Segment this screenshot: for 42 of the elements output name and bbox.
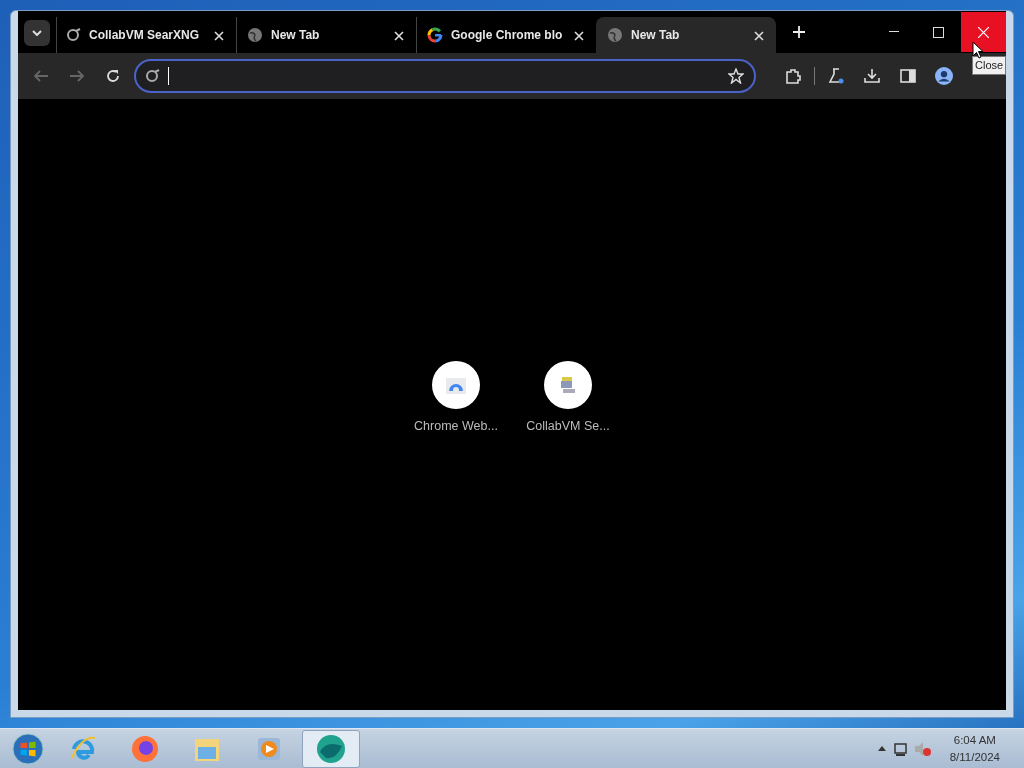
- taskbar-app[interactable]: [302, 729, 360, 768]
- shortcut-tile[interactable]: Chrome Web...: [408, 361, 504, 436]
- tab-search-button[interactable]: [24, 20, 50, 46]
- flask-icon: [828, 68, 844, 84]
- minimize-icon: [888, 31, 899, 33]
- shortcut-label: Chrome Web...: [414, 418, 498, 435]
- close-icon: [214, 30, 224, 41]
- store-icon: [445, 375, 467, 395]
- google-icon: [427, 27, 443, 43]
- puzzle-icon: [785, 68, 801, 84]
- tooltip: Close: [972, 56, 1007, 75]
- back-icon: [33, 68, 49, 84]
- tab-title: New Tab: [271, 27, 321, 44]
- computer-icon: [558, 375, 578, 395]
- network-icon[interactable]: [891, 740, 908, 757]
- clock-time: 6:04 AM: [953, 733, 996, 749]
- close-icon: [394, 30, 404, 41]
- globe-icon: [607, 27, 623, 43]
- close-icon: [978, 26, 989, 38]
- profile-icon: [935, 66, 953, 86]
- globe-icon: [247, 27, 263, 43]
- reload-icon: [105, 68, 121, 84]
- tab-title: New Tab: [631, 27, 681, 44]
- muted-speaker-icon[interactable]: [913, 740, 932, 757]
- close-icon: [574, 30, 584, 41]
- tab-title: CollabVM SearXNG: [89, 27, 201, 44]
- side-panel-icon: [900, 68, 916, 84]
- close-window-button[interactable]: [961, 12, 1006, 52]
- maximize-icon: [933, 26, 944, 38]
- shortcut-tile[interactable]: CollabVM Se...: [520, 361, 616, 436]
- tab-title: Google Chrome blo: [451, 27, 564, 44]
- chevron-down-icon: [32, 30, 42, 36]
- forward-icon: [69, 68, 85, 84]
- close-icon: [754, 30, 764, 41]
- shortcut-label: CollabVM Se...: [526, 418, 610, 435]
- plus-icon: [793, 26, 805, 38]
- clock-date: 8/11/2024: [949, 749, 1000, 765]
- windows-logo-icon: [12, 731, 44, 766]
- chevron-up-icon[interactable]: [877, 746, 886, 751]
- browser-tab[interactable]: New Tab: [596, 17, 776, 53]
- download-icon: [864, 68, 880, 84]
- star-icon[interactable]: [728, 68, 744, 84]
